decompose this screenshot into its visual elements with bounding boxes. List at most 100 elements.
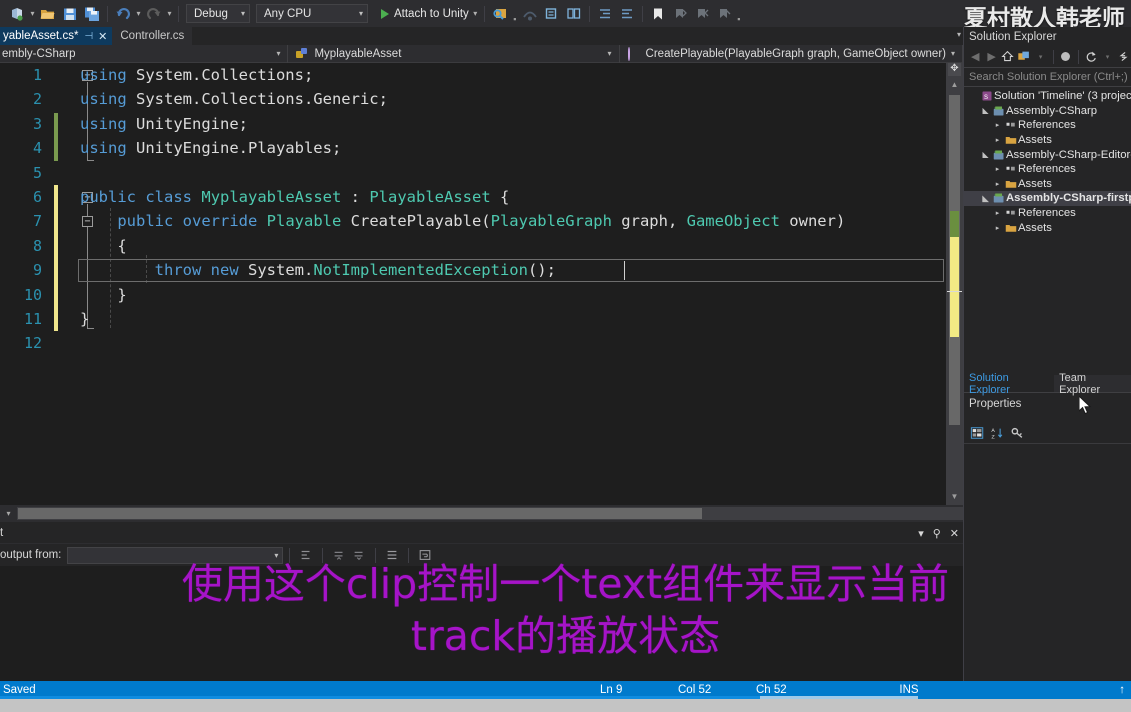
editor-horizontal-scrollbar[interactable]: ▾	[0, 505, 963, 522]
open-file-icon[interactable]	[37, 3, 59, 25]
outdent-icon[interactable]	[616, 3, 638, 25]
solution-tree[interactable]: S Solution 'Timeline' (3 projects ◢ Assembl…	[964, 87, 1131, 235]
code-line[interactable]	[58, 161, 963, 185]
solution-explorer-search-input[interactable]: Search Solution Explorer (Ctrl+;)	[964, 68, 1131, 87]
code-line[interactable]: public class MyplayableAsset : PlayableA…	[58, 185, 963, 209]
expand-arrow-icon[interactable]: ▸	[992, 121, 1003, 129]
code-line[interactable]: using UnityEngine.Playables;	[58, 136, 963, 160]
code-line[interactable]: using System.Collections.Generic;	[58, 87, 963, 111]
pending-changes-filter-icon[interactable]	[1017, 48, 1031, 66]
navbar-member-combo[interactable]: CreatePlayable(PlayableGraph graph, Game…	[620, 44, 963, 63]
redo-dropdown-icon[interactable]: ▾	[165, 3, 174, 25]
go-to-previous-icon[interactable]	[329, 546, 349, 564]
scroll-down-icon[interactable]: ▼	[946, 490, 963, 505]
find-icon[interactable]	[489, 3, 511, 25]
tree-item[interactable]: ▸ References	[964, 162, 1131, 177]
step-over-icon[interactable]	[519, 3, 541, 25]
expand-arrow-icon[interactable]: ▸	[992, 180, 1003, 188]
toggle-word-wrap-icon[interactable]	[415, 546, 435, 564]
expand-arrow-icon[interactable]: ▸	[992, 165, 1003, 173]
pin-icon[interactable]: ⊣	[84, 31, 93, 42]
toolbar-overflow-icon-2[interactable]: ▪	[735, 14, 743, 27]
chevron-down-icon-2[interactable]: ▾	[1100, 48, 1114, 66]
tab-myplayableasset[interactable]: yableAsset.cs* ⊣ ✕	[0, 27, 113, 45]
collapse-all-icon[interactable]	[1117, 48, 1131, 66]
pin-icon[interactable]: ⚲	[933, 527, 941, 540]
tree-item[interactable]: ▸ Assets	[964, 133, 1131, 148]
attach-to-unity-button[interactable]: Attach to Unity	[375, 3, 471, 25]
panel-dropdown-icon[interactable]: ▾	[918, 527, 924, 540]
expand-arrow-icon[interactable]: ▸	[992, 224, 1003, 232]
property-pages-icon[interactable]	[1009, 424, 1026, 442]
scroll-up-icon[interactable]: ▲	[946, 77, 963, 92]
hscroll-thumb[interactable]	[18, 508, 702, 519]
code-line[interactable]: using System.Collections;	[58, 63, 963, 87]
properties-grid[interactable]	[964, 445, 1131, 681]
attach-dropdown-icon[interactable]: ▾	[471, 3, 480, 25]
code-line[interactable]	[58, 331, 963, 355]
code-line[interactable]: }	[58, 307, 963, 331]
alphabetical-icon[interactable]: AZ	[989, 424, 1006, 442]
tree-item[interactable]: ▸ References	[964, 118, 1131, 133]
collapse-arrow-icon[interactable]: ◢	[980, 150, 991, 159]
categorized-icon[interactable]	[969, 424, 986, 442]
prev-bookmark-icon[interactable]	[691, 3, 713, 25]
hscroll-track[interactable]	[17, 507, 963, 520]
status-notifications[interactable]: ↑	[1119, 684, 1131, 696]
collapse-arrow-icon[interactable]: ◢	[980, 106, 991, 115]
tab-team-explorer[interactable]: Team Explorer	[1054, 372, 1131, 396]
navbar-project-combo[interactable]: embly-CSharp ▾	[0, 45, 287, 63]
chevron-down-icon[interactable]: ▾	[1034, 48, 1048, 66]
go-to-next-icon[interactable]	[349, 546, 369, 564]
save-all-icon[interactable]	[81, 3, 103, 25]
new-project-dropdown-icon[interactable]: ▾	[28, 3, 37, 25]
code-text-area[interactable]: using System.Collections; using System.Co…	[58, 63, 963, 505]
tree-item[interactable]: S Solution 'Timeline' (3 projects	[964, 89, 1131, 104]
clear-bookmarks-icon[interactable]	[713, 3, 735, 25]
hscroll-dropdown-icon[interactable]: ▾	[0, 505, 17, 522]
undo-dropdown-icon[interactable]: ▾	[134, 3, 143, 25]
navbar-type-combo[interactable]: MyplayableAsset ▾	[287, 44, 620, 63]
find-message-icon[interactable]	[296, 546, 316, 564]
tree-item[interactable]: ▸ Assets	[964, 177, 1131, 192]
expand-arrow-icon[interactable]: ▸	[992, 209, 1003, 217]
tab-controller[interactable]: Controller.cs	[112, 27, 193, 45]
redo-icon[interactable]	[143, 3, 165, 25]
notifications-icon[interactable]: ↑	[1119, 684, 1125, 696]
new-project-icon[interactable]	[6, 3, 28, 25]
collapse-arrow-icon[interactable]: ◢	[980, 194, 991, 203]
save-icon[interactable]	[59, 3, 81, 25]
output-text-area[interactable]	[0, 566, 963, 681]
uncomment-selection-icon[interactable]	[563, 3, 585, 25]
code-line[interactable]: {	[58, 234, 963, 258]
sync-with-active-document-icon[interactable]	[1059, 48, 1073, 66]
solution-platform-combo[interactable]: Any CPU ▾	[256, 4, 368, 23]
code-line[interactable]: public override Playable CreatePlayable(…	[58, 209, 963, 233]
code-editor[interactable]: 1 2 3 4 5 6 7 8 9 10 11 12 − − − using System.Colle…	[0, 63, 963, 505]
tab-overflow-icon[interactable]: ▾	[957, 30, 961, 39]
tree-item[interactable]: ◢ Assembly-CSharp-firstpa	[964, 191, 1131, 206]
indent-icon[interactable]	[594, 3, 616, 25]
tree-item[interactable]: ▸ Assets	[964, 220, 1131, 235]
home-icon[interactable]	[1001, 48, 1015, 66]
close-icon[interactable]: ✕	[98, 30, 107, 43]
toolbar-overflow-icon[interactable]: ▪	[511, 14, 519, 27]
comment-selection-icon[interactable]	[541, 3, 563, 25]
navigate-forward-icon[interactable]: ▶	[984, 48, 998, 66]
bookmark-icon[interactable]	[647, 3, 669, 25]
split-view-icon[interactable]: ✥	[948, 63, 961, 76]
tree-item[interactable]: ◢ Assembly-CSharp	[964, 104, 1131, 119]
tree-item[interactable]: ▸ References	[964, 206, 1131, 221]
close-icon[interactable]: ✕	[950, 527, 959, 540]
output-source-combo[interactable]: ▾	[67, 546, 284, 564]
tree-item[interactable]: ◢ Assembly-CSharp-Editor-f	[964, 147, 1131, 162]
expand-arrow-icon[interactable]: ▸	[992, 136, 1003, 144]
navigate-backward-icon[interactable]: ◀	[968, 48, 982, 66]
editor-vertical-scrollbar[interactable]: ✥ ▲ ▼	[946, 63, 963, 505]
code-line[interactable]: throw new System.NotImplementedException…	[58, 258, 963, 282]
solution-configuration-combo[interactable]: Debug ▾	[186, 4, 250, 23]
clear-all-icon[interactable]	[382, 546, 402, 564]
code-line[interactable]: }	[58, 283, 963, 307]
code-line[interactable]: using UnityEngine;	[58, 112, 963, 136]
tab-solution-explorer[interactable]: Solution Explorer	[964, 372, 1055, 396]
